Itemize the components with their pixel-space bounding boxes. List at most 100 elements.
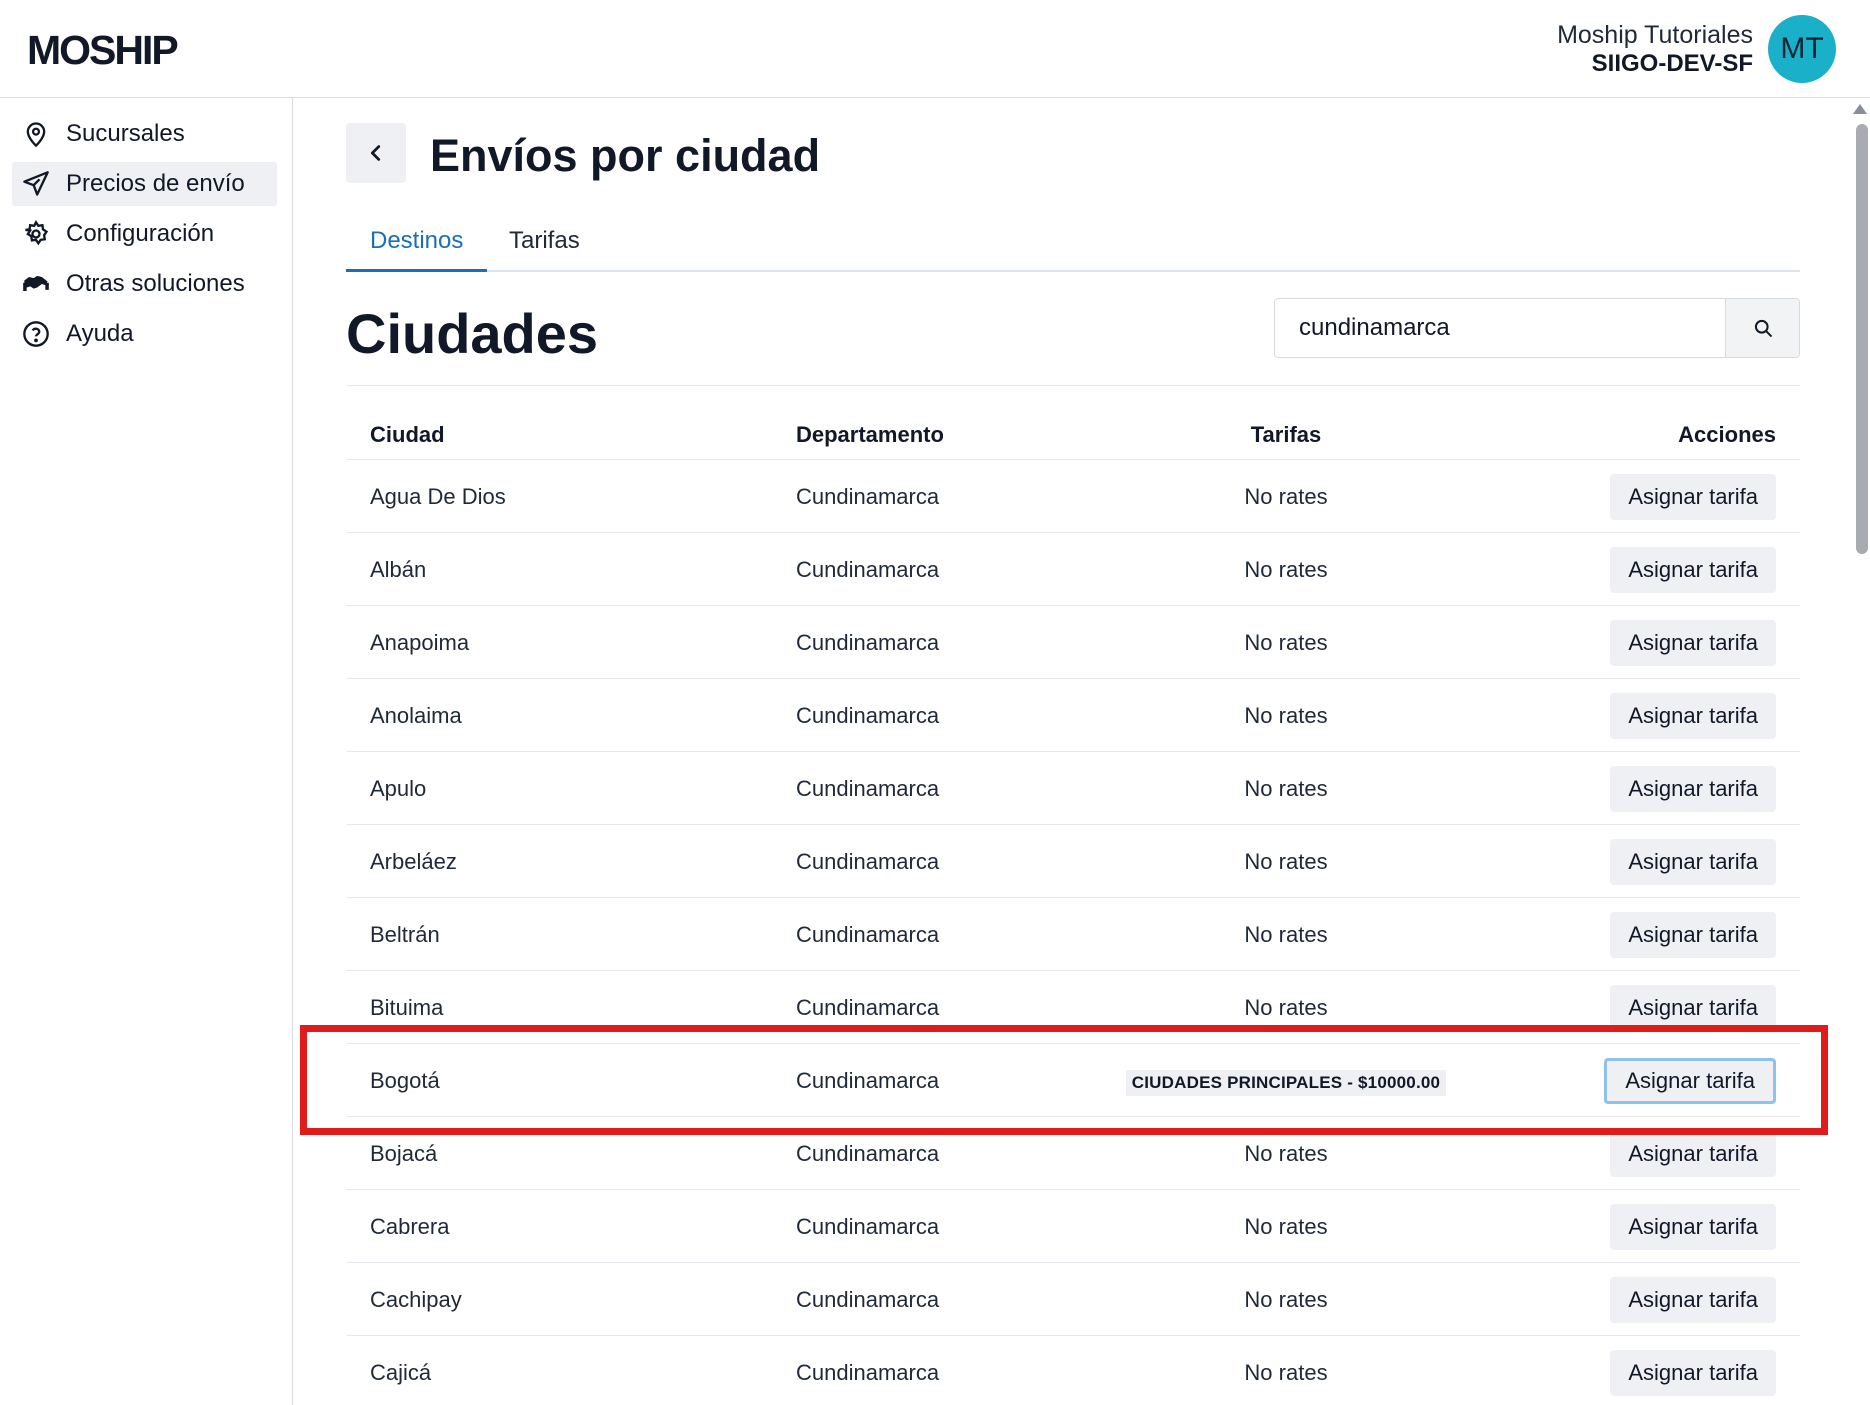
scroll-up-arrow-icon[interactable] xyxy=(1853,104,1867,114)
table-row: Cajicá Cundinamarca No rates Asignar tar… xyxy=(346,1336,1800,1405)
assign-rate-button[interactable]: Asignar tarifa xyxy=(1610,839,1776,885)
sidebar-item-precios-de-envio[interactable]: Precios de envío xyxy=(12,162,277,206)
column-header-actions: Acciones xyxy=(1678,422,1776,447)
actions-cell: Asignar tarifa xyxy=(1604,1044,1776,1117)
table-row: Apulo Cundinamarca No rates Asignar tari… xyxy=(346,752,1800,825)
assign-rate-button[interactable]: Asignar tarifa xyxy=(1610,1204,1776,1250)
cities-table: Ciudad Departamento Tarifas Acciones Agu… xyxy=(346,410,1800,1405)
rates-cell: No rates xyxy=(1244,1287,1328,1312)
sidebar-item-ayuda[interactable]: Ayuda xyxy=(12,312,277,356)
table-row: Agua De Dios Cundinamarca No rates Asign… xyxy=(346,460,1800,533)
department-cell: Cundinamarca xyxy=(796,1068,940,1093)
department-cell: Cundinamarca xyxy=(796,776,940,801)
assign-rate-button[interactable]: Asignar tarifa xyxy=(1610,620,1776,666)
table-row: Anapoima Cundinamarca No rates Asignar t… xyxy=(346,606,1800,679)
city-cell: Agua De Dios xyxy=(370,484,506,509)
avatar[interactable]: MT xyxy=(1768,15,1836,83)
assign-rate-button[interactable]: Asignar tarifa xyxy=(1610,1131,1776,1177)
actions-cell: Asignar tarifa xyxy=(1610,1336,1776,1405)
column-header-city: Ciudad xyxy=(370,422,445,447)
actions-cell: Asignar tarifa xyxy=(1610,606,1776,679)
assign-rate-button[interactable]: Asignar tarifa xyxy=(1610,766,1776,812)
department-cell: Cundinamarca xyxy=(796,1360,940,1385)
actions-cell: Asignar tarifa xyxy=(1610,971,1776,1044)
city-cell: Cachipay xyxy=(370,1287,462,1312)
actions-cell: Asignar tarifa xyxy=(1610,679,1776,752)
table-row: Beltrán Cundinamarca No rates Asignar ta… xyxy=(346,898,1800,971)
actions-cell: Asignar tarifa xyxy=(1610,1117,1776,1190)
table-row: Cabrera Cundinamarca No rates Asignar ta… xyxy=(346,1190,1800,1263)
search-icon xyxy=(1754,319,1772,337)
city-cell: Cajicá xyxy=(370,1360,432,1385)
department-cell: Cundinamarca xyxy=(796,1141,940,1166)
city-cell: Beltrán xyxy=(370,922,440,947)
department-cell: Cundinamarca xyxy=(796,995,940,1020)
sidebar-item-label: Configuración xyxy=(66,220,215,247)
sidebar-item-label: Precios de envío xyxy=(66,170,245,197)
rate-badge: CIUDADES PRINCIPALES - $10000.00 xyxy=(1125,1070,1447,1096)
sidebar: Sucursales Precios de envío Configuració… xyxy=(0,98,293,1405)
assign-rate-button[interactable]: Asignar tarifa xyxy=(1610,985,1776,1031)
assign-rate-button[interactable]: Asignar tarifa xyxy=(1610,547,1776,593)
sidebar-item-sucursales[interactable]: Sucursales xyxy=(12,112,277,156)
tab-tarifas[interactable]: Tarifas xyxy=(485,220,604,272)
rates-cell: No rates xyxy=(1244,703,1328,728)
assign-rate-button[interactable]: Asignar tarifa xyxy=(1604,1058,1776,1104)
gear-icon xyxy=(25,220,49,246)
sidebar-item-otras-soluciones[interactable]: Otras soluciones xyxy=(12,262,277,306)
back-button[interactable] xyxy=(346,123,406,183)
rates-cell: No rates xyxy=(1244,484,1328,509)
user-info[interactable]: Moship Tutoriales SIIGO-DEV-SF xyxy=(1557,20,1753,78)
actions-cell: Asignar tarifa xyxy=(1610,1263,1776,1336)
table-row: Bojacá Cundinamarca No rates Asignar tar… xyxy=(346,1117,1800,1190)
svg-text:MOSHIP: MOSHIP xyxy=(27,27,177,73)
rates-cell: No rates xyxy=(1244,630,1328,655)
assign-rate-button[interactable]: Asignar tarifa xyxy=(1610,1350,1776,1396)
tab-bar: Destinos Tarifas xyxy=(346,220,1800,272)
table-row: Arbeláez Cundinamarca No rates Asignar t… xyxy=(346,825,1800,898)
department-cell: Cundinamarca xyxy=(796,703,940,728)
actions-cell: Asignar tarifa xyxy=(1610,898,1776,971)
department-cell: Cundinamarca xyxy=(796,1214,940,1239)
city-cell: Bituima xyxy=(370,995,444,1020)
search-button[interactable] xyxy=(1725,299,1799,357)
rates-cell: No rates xyxy=(1244,1141,1328,1166)
assign-rate-button[interactable]: Asignar tarifa xyxy=(1610,912,1776,958)
chevron-left-icon xyxy=(370,145,381,161)
search-input[interactable] xyxy=(1275,299,1727,357)
assign-rate-button[interactable]: Asignar tarifa xyxy=(1610,693,1776,739)
search-box xyxy=(1274,298,1800,358)
city-cell: Arbeláez xyxy=(370,849,457,874)
city-cell: Anapoima xyxy=(370,630,470,655)
table-header: Ciudad Departamento Tarifas Acciones xyxy=(346,410,1800,460)
question-circle-icon xyxy=(23,321,49,347)
actions-cell: Asignar tarifa xyxy=(1610,533,1776,606)
page-title: Envíos por ciudad xyxy=(430,130,821,181)
section-divider xyxy=(346,385,1800,386)
rates-cell: No rates xyxy=(1244,557,1328,582)
sidebar-item-label: Otras soluciones xyxy=(66,270,245,297)
actions-cell: Asignar tarifa xyxy=(1610,752,1776,825)
department-cell: Cundinamarca xyxy=(796,1287,940,1312)
location-pin-icon xyxy=(26,122,46,148)
department-cell: Cundinamarca xyxy=(796,922,940,947)
actions-cell: Asignar tarifa xyxy=(1610,1190,1776,1263)
rates-cell: No rates xyxy=(1244,995,1328,1020)
actions-cell: Asignar tarifa xyxy=(1610,460,1776,533)
rates-cell: CIUDADES PRINCIPALES - $10000.00 xyxy=(1076,1044,1496,1117)
sidebar-item-configuracion[interactable]: Configuración xyxy=(12,212,277,256)
rates-cell: No rates xyxy=(1244,1360,1328,1385)
department-cell: Cundinamarca xyxy=(796,557,940,582)
moship-logo[interactable]: MOSHIP xyxy=(27,24,197,74)
rates-cell: No rates xyxy=(1244,849,1328,874)
assign-rate-button[interactable]: Asignar tarifa xyxy=(1610,1277,1776,1323)
city-cell: Albán xyxy=(370,557,427,582)
city-cell: Apulo xyxy=(370,776,427,801)
table-row: Anolaima Cundinamarca No rates Asignar t… xyxy=(346,679,1800,752)
column-header-department: Departamento xyxy=(796,422,944,447)
user-name: Moship Tutoriales xyxy=(1557,21,1753,49)
table-row: Bituima Cundinamarca No rates Asignar ta… xyxy=(346,971,1800,1044)
tab-destinos[interactable]: Destinos xyxy=(346,220,488,272)
scrollbar-thumb[interactable] xyxy=(1856,124,1868,554)
assign-rate-button[interactable]: Asignar tarifa xyxy=(1610,474,1776,520)
